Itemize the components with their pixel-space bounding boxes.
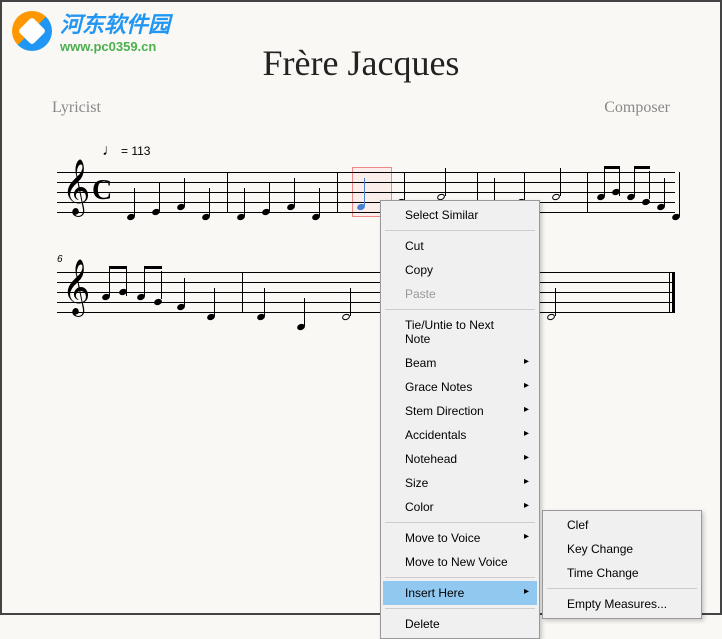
logo-icon	[12, 11, 52, 51]
chevron-right-icon: ▸	[524, 452, 529, 463]
menu-stem-direction[interactable]: Stem Direction▸	[383, 399, 537, 423]
tempo-marking[interactable]: ♩ = 113	[102, 142, 150, 160]
chevron-right-icon: ▸	[524, 428, 529, 439]
menu-copy[interactable]: Copy	[383, 258, 537, 282]
watermark-title: 河东软件园	[60, 7, 170, 39]
chevron-right-icon: ▸	[524, 380, 529, 391]
treble-clef-icon[interactable]: 𝄞	[62, 164, 90, 212]
tempo-value: = 113	[121, 144, 150, 158]
quarter-note-icon: ♩	[102, 142, 118, 160]
lyricist-label[interactable]: Lyricist	[52, 99, 101, 117]
menu-grace-notes[interactable]: Grace Notes▸	[383, 375, 537, 399]
watermark-logo: 河东软件园 www.pc0359.cn	[12, 7, 170, 54]
chevron-right-icon: ▸	[524, 356, 529, 367]
menu-notehead[interactable]: Notehead▸	[383, 447, 537, 471]
menu-tie-untie[interactable]: Tie/Untie to Next Note	[383, 313, 537, 351]
menu-beam[interactable]: Beam▸	[383, 351, 537, 375]
menu-move-to-new-voice[interactable]: Move to New Voice	[383, 550, 537, 574]
treble-clef-icon[interactable]: 𝄞	[62, 264, 90, 312]
composer-label[interactable]: Composer	[604, 99, 670, 117]
note[interactable]	[153, 298, 163, 306]
chevron-right-icon: ▸	[524, 476, 529, 487]
time-signature[interactable]: C	[92, 175, 112, 207]
menu-accidentals[interactable]: Accidentals▸	[383, 423, 537, 447]
submenu-key-change[interactable]: Key Change	[545, 537, 699, 561]
menu-cut[interactable]: Cut	[383, 234, 537, 258]
submenu-empty-measures[interactable]: Empty Measures...	[545, 592, 699, 616]
menu-size[interactable]: Size▸	[383, 471, 537, 495]
submenu-clef[interactable]: Clef	[545, 513, 699, 537]
chevron-right-icon: ▸	[524, 586, 529, 597]
chevron-right-icon: ▸	[524, 531, 529, 542]
menu-move-to-voice[interactable]: Move to Voice▸	[383, 526, 537, 550]
staff-line-1[interactable]: 𝄞 C	[57, 172, 675, 212]
chevron-right-icon: ▸	[524, 500, 529, 511]
menu-delete[interactable]: Delete	[383, 612, 537, 636]
menu-select-similar[interactable]: Select Similar	[383, 203, 537, 227]
submenu-time-change[interactable]: Time Change	[545, 561, 699, 585]
chevron-right-icon: ▸	[524, 404, 529, 415]
staff-line-2[interactable]: 6 𝄞	[57, 272, 675, 312]
context-menu: Select Similar Cut Copy Paste Tie/Untie …	[380, 200, 540, 639]
menu-insert-here[interactable]: Insert Here▸	[383, 581, 537, 605]
note[interactable]	[641, 198, 651, 206]
menu-color[interactable]: Color▸	[383, 495, 537, 519]
menu-paste: Paste	[383, 282, 537, 306]
watermark-url: www.pc0359.cn	[60, 39, 170, 54]
final-barline	[669, 272, 675, 312]
insert-submenu: Clef Key Change Time Change Empty Measur…	[542, 510, 702, 619]
